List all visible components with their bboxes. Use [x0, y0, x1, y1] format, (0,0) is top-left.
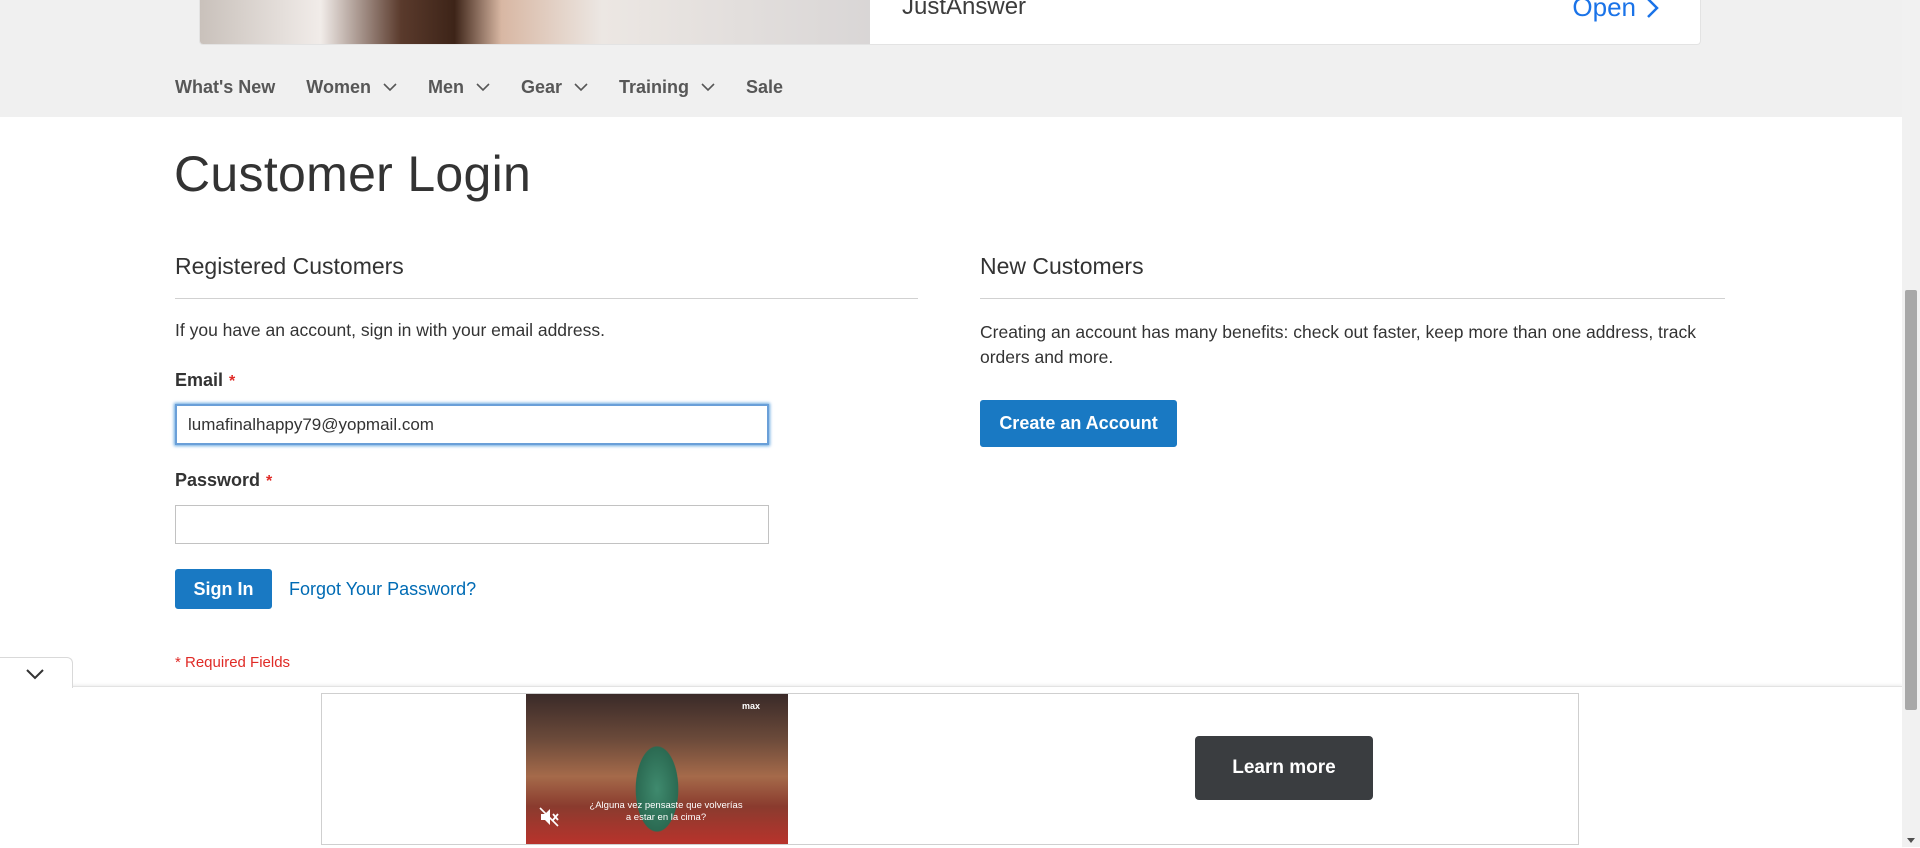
nav-item-gear[interactable]: Gear — [521, 77, 588, 98]
email-label-text: Email — [175, 370, 224, 390]
chevron-down-icon — [383, 83, 397, 92]
required-asterisk: * — [229, 373, 236, 390]
nav-item-label: Sale — [746, 76, 784, 97]
top-ad-banner[interactable]: JustAnswer Open — [199, 0, 1701, 45]
new-customers-title: New Customers — [980, 253, 1144, 279]
password-label: Password * — [175, 470, 272, 491]
bottom-ad-banner[interactable]: max ¿Alguna vez pensaste que volverías a… — [321, 693, 1579, 845]
nav-item-label: Women — [306, 76, 371, 97]
page-scrollbar[interactable] — [1902, 0, 1920, 847]
nav-item-label: Gear — [520, 76, 562, 97]
login-intro-text: If you have an account, sign in with you… — [175, 320, 605, 340]
email-field[interactable] — [175, 404, 769, 445]
chevron-down-icon — [574, 83, 588, 92]
chevron-right-icon — [1647, 0, 1659, 18]
required-fields-note: * Required Fields — [175, 654, 291, 671]
new-customers-text: Creating an account has many benefits: c… — [980, 322, 1696, 367]
password-label-text: Password — [175, 470, 261, 490]
nav-item-label: What's New — [175, 76, 276, 97]
main-nav: What's New Women Men Gear Training Sale — [175, 73, 814, 101]
nav-item-women[interactable]: Women — [306, 77, 397, 98]
video-brand: max — [741, 701, 760, 711]
mute-icon[interactable] — [538, 806, 560, 828]
new-customers-divider — [980, 298, 1725, 299]
page-title: Customer Login — [174, 146, 532, 202]
required-asterisk: * — [266, 473, 273, 490]
chevron-down-icon — [26, 669, 44, 680]
ad-video[interactable]: max ¿Alguna vez pensaste que volverías a… — [526, 694, 788, 844]
nav-item-label: Men — [427, 76, 464, 97]
top-ad-image — [200, 0, 870, 44]
chevron-down-icon — [701, 83, 715, 92]
email-label: Email * — [175, 370, 235, 391]
scrollbar-thumb[interactable] — [1905, 290, 1917, 710]
sign-in-button[interactable]: Sign In — [175, 569, 272, 609]
nav-item-men[interactable]: Men — [428, 77, 490, 98]
chevron-down-icon — [476, 83, 490, 92]
registered-divider — [175, 298, 918, 299]
nav-item-sale[interactable]: Sale — [746, 77, 783, 98]
password-field[interactable] — [175, 505, 769, 544]
create-account-button[interactable]: Create an Account — [980, 400, 1177, 447]
learn-more-button[interactable]: Learn more — [1195, 736, 1373, 800]
ad-collapse-toggle[interactable] — [0, 657, 73, 688]
nav-item-whats-new[interactable]: What's New — [175, 77, 275, 98]
registered-customers-title: Registered Customers — [175, 253, 404, 279]
forgot-password-link[interactable]: Forgot Your Password? — [289, 579, 476, 600]
nav-item-training[interactable]: Training — [619, 77, 715, 98]
header-band: JustAnswer Open What's New Women Men Gea… — [0, 0, 1902, 117]
nav-item-label: Training — [619, 76, 690, 97]
video-caption: ¿Alguna vez pensaste que volverías a est… — [589, 800, 743, 823]
scroll-down-arrow-icon[interactable] — [1906, 835, 1916, 845]
top-ad-brand: JustAnswer — [902, 0, 1027, 20]
top-ad-open-button[interactable]: Open — [1572, 0, 1660, 23]
top-ad-open-label: Open — [1572, 0, 1636, 22]
